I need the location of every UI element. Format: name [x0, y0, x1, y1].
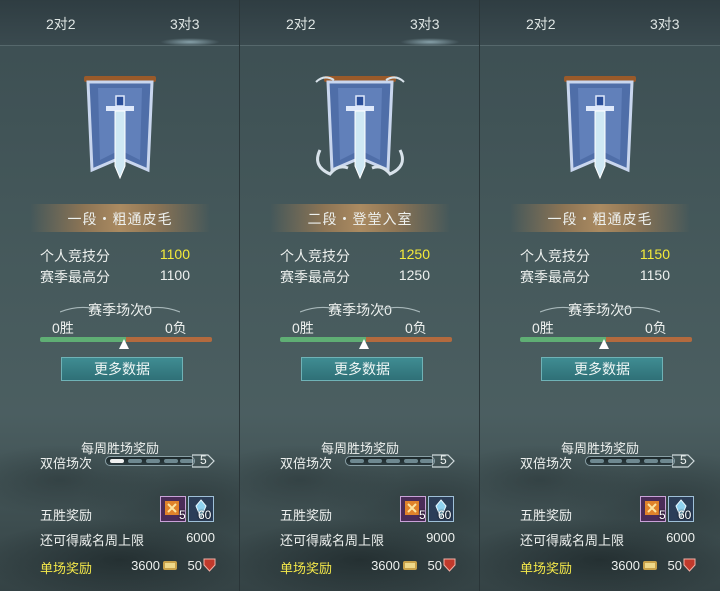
five-wins-label: 五胜奖励: [40, 508, 93, 523]
score-value: 1150: [639, 246, 670, 262]
single-reward-shield-value: 50: [667, 558, 682, 573]
weekly-cap-value: 6000: [666, 530, 695, 545]
losses-count: 0负: [165, 320, 187, 336]
rank-title: 一段・粗通皮毛: [67, 211, 173, 227]
sword-banner-icon: [84, 76, 156, 180]
wins-count: 0胜: [532, 320, 554, 336]
more-data-button[interactable]: 更多数据: [541, 357, 663, 381]
single-reward-coin-value: 3600: [371, 558, 400, 573]
weekly-cap-label: 还可得威名周上限: [520, 533, 625, 548]
season-matches-title: 赛季场次0: [328, 302, 392, 318]
single-reward-coin-value: 3600: [611, 558, 640, 573]
double-count: 5: [440, 453, 447, 467]
double-count-badge: 5: [431, 453, 456, 469]
shield-icon: [203, 558, 216, 572]
best-score-value: 1150: [639, 267, 670, 283]
best-score-value: 1250: [398, 267, 430, 283]
weekly-cap-value: 9000: [426, 530, 455, 545]
rank-title: 二段・登堂入室: [307, 211, 413, 227]
single-match-reward-label: 单场奖励: [40, 561, 93, 576]
tab-2v2[interactable]: 2对2: [286, 14, 316, 34]
tab-2v2[interactable]: 2对2: [526, 14, 556, 34]
single-match-reward-label: 单场奖励: [520, 561, 573, 576]
wins-count: 0胜: [292, 320, 314, 336]
mode-tabs: 2对2 3对3: [240, 0, 479, 46]
weekly-cap-label: 还可得威名周上限: [280, 533, 385, 548]
item-b-count: 60: [198, 508, 212, 522]
best-score-label: 赛季最高分: [520, 269, 590, 285]
double-matches-label: 双倍场次: [280, 456, 333, 471]
double-count-badge: 5: [191, 453, 216, 469]
shield-icon: [443, 558, 456, 572]
single-match-reward-label: 单场奖励: [280, 561, 333, 576]
shield-icon: [683, 558, 696, 572]
double-count: 5: [680, 453, 687, 467]
best-score-label: 赛季最高分: [280, 269, 350, 285]
season-matches-title: 赛季场次0: [88, 302, 152, 318]
losses-count: 0负: [645, 320, 667, 336]
item-a-count: 5: [659, 508, 666, 522]
mode-tabs: 2对2 3对3: [480, 0, 720, 46]
sword-banner-icon: [564, 76, 636, 180]
double-matches-bar: [345, 456, 435, 466]
five-wins-label: 五胜奖励: [280, 508, 333, 523]
double-count-badge: 5: [671, 453, 696, 469]
triangle-marker-icon: [359, 339, 369, 349]
score-label: 个人竞技分: [280, 248, 350, 264]
best-score-label: 赛季最高分: [40, 269, 110, 285]
five-wins-label: 五胜奖励: [520, 508, 573, 523]
single-reward-shield-value: 50: [427, 558, 442, 573]
score-label: 个人竞技分: [520, 248, 590, 264]
single-reward-coin-value: 3600: [131, 558, 160, 573]
ornament-right-icon: [140, 306, 180, 313]
double-matches-bar: [105, 456, 195, 466]
tab-3v3[interactable]: 3对3: [410, 14, 440, 34]
rank-title: 一段・粗通皮毛: [547, 211, 653, 227]
item-b-count: 60: [678, 508, 692, 522]
arena-panel-2: 2对2 3对3 二段・登堂入室 个人竞技分 1250 赛季最高分 1250 赛季…: [240, 0, 480, 591]
triangle-marker-icon: [119, 339, 129, 349]
tab-3v3[interactable]: 3对3: [650, 14, 680, 34]
item-b-count: 60: [438, 508, 452, 522]
double-matches-label: 双倍场次: [40, 456, 93, 471]
score-value: 1250: [398, 246, 430, 262]
tab-3v3[interactable]: 3对3: [170, 14, 200, 34]
arena-panel-1: 2对2 3对3 一段・粗通皮毛 个人竞技分 1100 赛季最高分 1100 赛季…: [0, 0, 240, 591]
tab-2v2[interactable]: 2对2: [46, 14, 76, 34]
more-data-button[interactable]: 更多数据: [61, 357, 183, 381]
coin-icon: [163, 561, 177, 570]
mode-tabs: 2对2 3对3: [0, 0, 239, 46]
wins-count: 0胜: [52, 320, 74, 336]
active-tab-indicator: [160, 38, 220, 46]
ornament-right-icon: [620, 306, 660, 313]
ornament-right-icon: [380, 306, 420, 313]
score-value: 1100: [159, 246, 190, 262]
arena-panel-3: 2对2 3对3 一段・粗通皮毛 个人竞技分 1150 赛季最高分 1150 赛季…: [480, 0, 720, 591]
sword-banner-icon: [315, 76, 405, 180]
item-a-count: 5: [419, 508, 426, 522]
triangle-marker-icon: [599, 339, 609, 349]
score-label: 个人竞技分: [40, 248, 110, 264]
arena-panels: 2对2 3对3 一段・粗通皮毛 个人竞技分 1100 赛季最高分 1100 赛季…: [0, 0, 720, 591]
more-data-button[interactable]: 更多数据: [301, 357, 423, 381]
coin-icon: [403, 561, 417, 570]
double-matches-bar: [585, 456, 675, 466]
losses-count: 0负: [405, 320, 427, 336]
best-score-value: 1100: [159, 267, 190, 283]
single-reward-shield-value: 50: [187, 558, 202, 573]
active-tab-indicator: [400, 38, 460, 46]
weekly-cap-label: 还可得威名周上限: [40, 533, 145, 548]
season-matches-title: 赛季场次0: [568, 302, 632, 318]
double-count: 5: [200, 453, 207, 467]
double-matches-label: 双倍场次: [520, 456, 573, 471]
weekly-cap-value: 6000: [186, 530, 215, 545]
coin-icon: [643, 561, 657, 570]
item-a-count: 5: [179, 508, 186, 522]
